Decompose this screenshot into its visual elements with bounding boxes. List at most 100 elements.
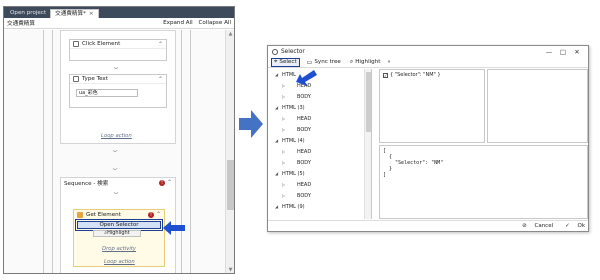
breadcrumb[interactable]: 交通費精算 [7, 19, 35, 27]
overflow-icon[interactable]: » [387, 59, 390, 65]
tree-node[interactable]: ▷ BODY [282, 127, 311, 133]
workflow-designer-panel: Open project 交通費精算* × 交通費精算 Expand All Co… [3, 6, 235, 274]
expand-node-icon[interactable]: ▷ [282, 193, 289, 198]
minimize-button[interactable]: — [542, 48, 556, 56]
dialog-title: Selector [281, 48, 305, 55]
ok-button[interactable]: ✓ Ok [559, 223, 585, 229]
click-element-title: Click Element [82, 41, 121, 47]
cancel-button[interactable]: ⊘ Cancel [516, 223, 553, 229]
attribute-text: { "Selector": "NM" } [390, 72, 441, 78]
transition-arrow-icon [239, 110, 263, 138]
selector-editor[interactable]: [ { "Selector": "NM" } ] [379, 145, 588, 219]
dialog-toolbar: ⌖ Select ▭ Sync tree ⌕ Highlight » [268, 57, 588, 68]
dialog-footer: ⊘ Cancel ✓ Ok [268, 220, 588, 231]
close-button[interactable]: ✕ [570, 48, 584, 56]
tree-scrollbar[interactable] [364, 69, 371, 219]
scrollbar-thumb[interactable] [366, 72, 371, 132]
preview-pane [487, 69, 588, 143]
expand-node-icon[interactable]: ▷ [282, 127, 289, 132]
tree-node-label: BODY [297, 160, 311, 166]
collapse-icon[interactable]: ⌃ [158, 76, 163, 83]
get-element-title: Get Element [86, 211, 121, 218]
collapse-node-icon[interactable]: ◢ [275, 171, 282, 176]
vertical-scrollbar[interactable]: ▲ ▼ [225, 30, 234, 273]
tree-node[interactable]: ▷ HEAD [282, 116, 311, 122]
inner-border-line [52, 30, 53, 273]
collapse-icon[interactable]: ⌃ [156, 211, 161, 218]
collapse-all-button[interactable]: Collapse All [199, 20, 231, 26]
scrollbar-thumb[interactable] [227, 160, 234, 210]
tree-node[interactable]: ▷ BODY [282, 193, 311, 199]
attribute-row[interactable]: ✓ { "Selector": "NM" } [383, 72, 441, 78]
expand-node-icon[interactable]: ▷ [282, 182, 289, 187]
open-selector-button[interactable]: Open Selector [77, 221, 161, 229]
highlight-label: Highlight [107, 230, 130, 236]
tree-node[interactable]: ◢ HTML [275, 72, 296, 78]
type-text-title: Type Text [82, 76, 108, 82]
sync-tree-button[interactable]: ▭ Sync tree [305, 58, 343, 67]
tree-node[interactable]: ▷ BODY [282, 94, 311, 100]
tree-node[interactable]: ◢ HTML (4) [275, 138, 305, 144]
attribute-checkbox[interactable]: ✓ [383, 72, 388, 78]
expand-node-icon[interactable]: ▷ [282, 94, 289, 99]
maximize-button[interactable]: □ [556, 48, 570, 56]
highlight-toolbar-button[interactable]: ⌕ Highlight [348, 58, 383, 67]
collapse-node-icon[interactable]: ◢ [275, 72, 282, 77]
collapse-node-icon[interactable]: ◢ [275, 105, 282, 110]
loop-action-link[interactable]: Loop action [101, 133, 132, 139]
get-element-icon [77, 211, 83, 218]
expand-node-icon[interactable]: ▷ [282, 160, 289, 165]
type-text-activity[interactable]: Type Text ⌃ ua_彩色 [69, 74, 167, 108]
dialog-title-bar: Selector — □ ✕ [268, 46, 588, 57]
tree-node[interactable]: ▷ HEAD [282, 149, 311, 155]
tab-open-project[interactable]: Open project [6, 9, 50, 18]
tree-node[interactable]: ◢ HTML (9) [275, 204, 305, 210]
get-element-activity[interactable]: Get Element ! ⌃ Open Selector ⌕Highlight… [73, 209, 165, 267]
error-icon: ! [147, 211, 154, 218]
tree-node-label: HTML [282, 72, 296, 78]
collapse-node-icon[interactable]: ◢ [275, 138, 282, 143]
cancel-label: Cancel [534, 223, 554, 229]
sequence-activity[interactable]: Sequence - 検索 ! ⌃ ⌄ Get Element ! ⌃ Open… [60, 177, 176, 273]
click-element-icon [73, 41, 79, 47]
editor-line: ] [383, 172, 387, 178]
select-button[interactable]: ⌖ Select [271, 57, 300, 67]
expand-all-button[interactable]: Expand All [163, 20, 193, 26]
tree-node-label: BODY [297, 94, 311, 100]
scroll-down-icon[interactable]: ▼ [227, 267, 234, 273]
collapse-icon[interactable]: ⌃ [158, 41, 163, 48]
element-tree[interactable]: ◢ HTML ▷ HEAD ▷ BODY ◢ HTML (3) ▷ HEAD ▷ BODY … [269, 69, 372, 219]
collapse-icon[interactable]: ⌃ [167, 179, 172, 186]
click-element-activity[interactable]: Click Element ⌃ [69, 39, 167, 61]
sequence-title: Sequence - 検索 [64, 180, 109, 187]
tree-node-label: HTML (4) [282, 138, 305, 144]
highlight-button[interactable]: ⌕Highlight [93, 230, 141, 237]
scroll-up-icon[interactable]: ▲ [227, 31, 234, 38]
tree-node-label: HEAD [297, 182, 312, 188]
tab-workflow[interactable]: 交通費精算* × [50, 9, 99, 18]
highlight-toolbar-label: Highlight [355, 59, 381, 65]
expand-node-icon[interactable]: ▷ [282, 116, 289, 121]
tab-workflow-label: 交通費精算* [55, 11, 86, 17]
type-text-input[interactable]: ua_彩色 [76, 89, 138, 97]
attribute-pane: ✓ { "Selector": "NM" } [379, 69, 485, 143]
close-icon[interactable]: × [89, 11, 94, 17]
type-text-icon [73, 76, 79, 82]
chevron-down-icon: ⌄ [111, 188, 121, 196]
highlight-icon: ⌕ [349, 58, 354, 65]
tree-node-label: HTML (5) [282, 171, 305, 177]
tree-node[interactable]: ◢ HTML (3) [275, 105, 305, 111]
tree-node[interactable]: ▷ HEAD [282, 182, 311, 188]
breadcrumb-bar: 交通費精算 Expand All Collapse All [4, 18, 234, 29]
tree-node[interactable]: ◢ HTML (5) [275, 171, 305, 177]
expand-node-icon[interactable]: ▷ [282, 149, 289, 154]
expand-node-icon[interactable]: ▷ [282, 83, 289, 88]
drop-activity-hint: Drop activity [102, 246, 137, 252]
outer-border-line [190, 30, 191, 273]
cancel-icon: ⊘ [522, 223, 527, 229]
collapse-node-icon[interactable]: ◢ [275, 204, 282, 209]
tree-node[interactable]: ▷ BODY [282, 160, 311, 166]
activity-group: Click Element ⌃ ⌄ Type Text ⌃ ua_彩色 Loop… [60, 30, 176, 144]
loop-action-link[interactable]: Loop action [104, 259, 135, 265]
sync-tree-label: Sync tree [314, 59, 341, 65]
